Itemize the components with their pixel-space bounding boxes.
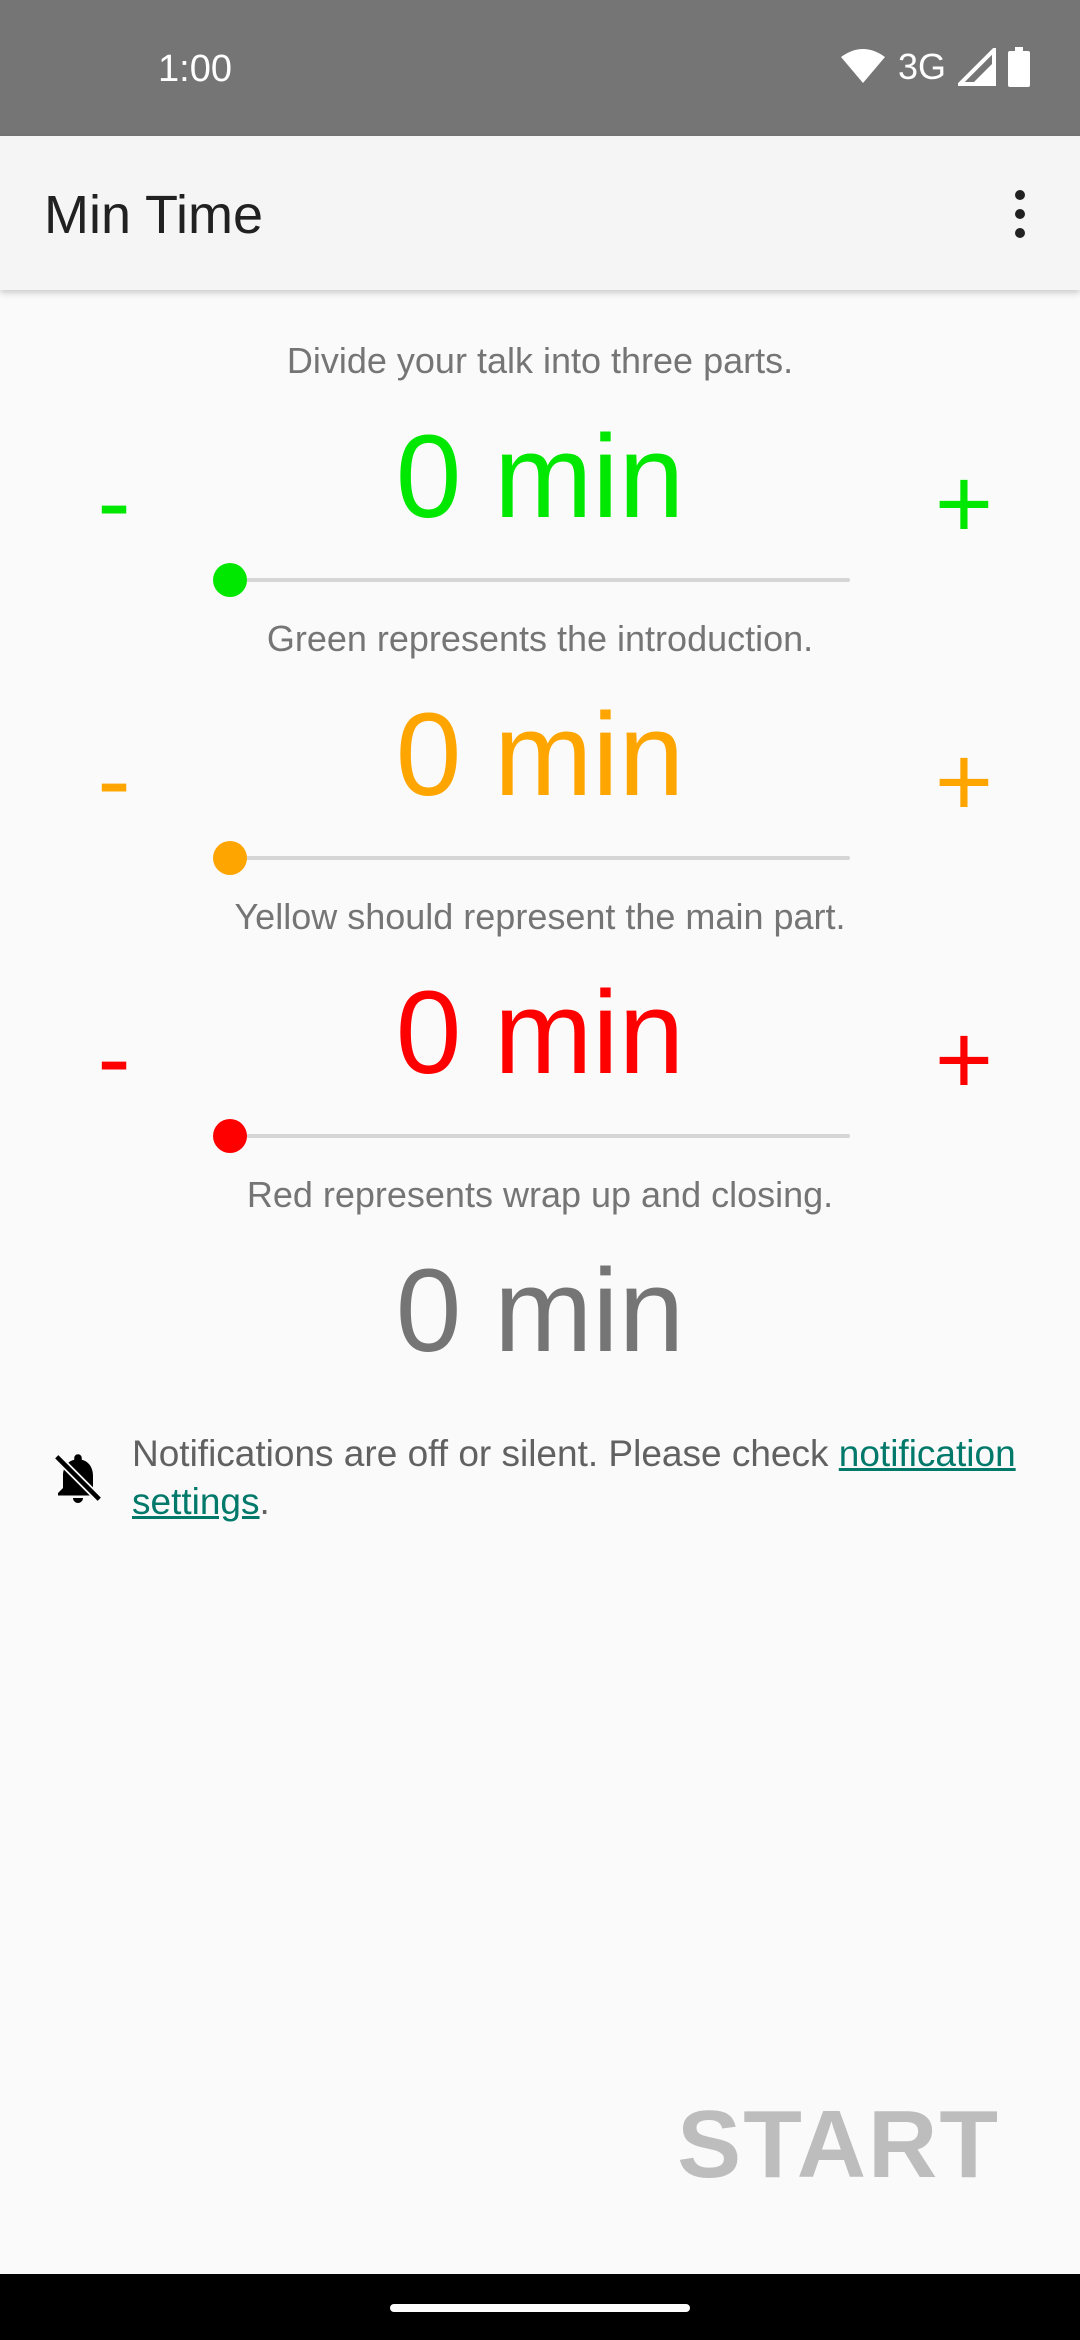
notice-suffix: . [259,1481,270,1522]
overflow-dot-icon [1015,209,1025,219]
status-time: 1:00 [158,48,232,90]
overflow-menu-button[interactable] [990,176,1050,252]
notifications-off-icon [52,1452,104,1504]
overflow-dot-icon [1015,228,1025,238]
intro-caption: Divide your talk into three parts. [286,340,794,381]
app-title: Min Time [44,185,264,245]
overflow-dot-icon [1015,190,1025,200]
yellow-plus-button[interactable]: + [914,732,1014,832]
slider-track [230,1134,850,1138]
start-button[interactable]: START [677,2090,1000,2200]
yellow-caption: Yellow should represent the main part. [234,896,846,937]
slider-thumb[interactable] [213,1119,247,1153]
navigation-bar [0,2274,1080,2340]
red-caption: Red represents wrap up and closing. [246,1174,834,1215]
wifi-icon [840,49,885,83]
slider-thumb[interactable] [213,563,247,597]
green-caption: Green represents the introduction. [266,618,814,659]
slider-thumb[interactable] [213,841,247,875]
total-minutes-value: 0 min [395,1245,685,1377]
yellow-slider[interactable] [213,838,850,878]
notice-text: Notifications are off or silent. Please … [132,1430,1032,1526]
home-gesture-handle[interactable] [390,2304,690,2312]
green-slider[interactable] [213,560,850,600]
green-plus-button[interactable]: + [914,454,1014,554]
network-type-label: 3G [897,46,946,87]
slider-track [230,578,850,582]
red-slider[interactable] [213,1116,850,1156]
slider-track [230,856,850,860]
red-plus-button[interactable]: + [914,1010,1014,1110]
battery-icon [1008,47,1030,87]
cell-signal-icon [958,48,996,86]
status-icons: 3G [840,46,1030,88]
app-bar: Min Time [0,136,1080,290]
status-bar: 1:00 3G [0,0,1080,136]
notice-message: Notifications are off or silent. Please … [132,1433,839,1474]
